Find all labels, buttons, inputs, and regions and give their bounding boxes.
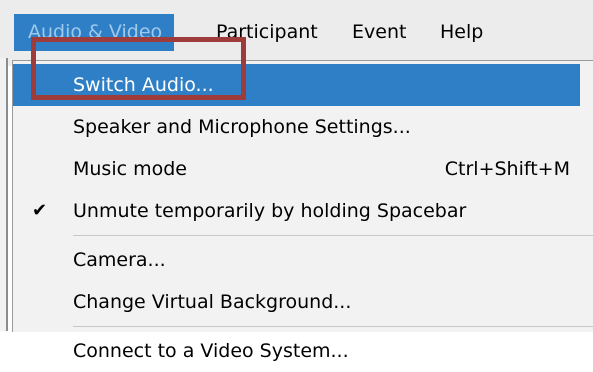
menu-separator (73, 235, 593, 236)
menu-item-speaker-microphone-settings[interactable]: Speaker and Microphone Settings... (13, 106, 593, 148)
menu-item-label: Speaker and Microphone Settings... (73, 116, 411, 138)
menu-item-change-virtual-background[interactable]: Change Virtual Background... (13, 281, 593, 323)
menu-separator (73, 326, 593, 327)
menu-item-shortcut: Ctrl+Shift+M (444, 158, 570, 180)
menu-bar: Audio & Video Participant Event Help (0, 0, 593, 66)
menu-item-label: Switch Audio... (73, 74, 214, 96)
menu-item-music-mode[interactable]: Music mode Ctrl+Shift+M (13, 148, 593, 190)
menu-item-camera[interactable]: Camera... (13, 239, 593, 281)
menu-item-label: Change Virtual Background... (73, 291, 352, 313)
checkmark-icon: ✔ (32, 200, 48, 221)
menu-item-label: Music mode (73, 158, 187, 180)
menu-event[interactable]: Event (352, 14, 406, 51)
menu-item-switch-audio[interactable]: Switch Audio... (13, 64, 580, 106)
menu-participant[interactable]: Participant (216, 14, 318, 51)
menu-item-label: Unmute temporarily by holding Spacebar (73, 200, 467, 222)
menu-audio-video[interactable]: Audio & Video (14, 14, 175, 51)
audio-video-dropdown: Switch Audio... Speaker and Microphone S… (12, 60, 593, 362)
menu-item-connect-video-system[interactable]: Connect to a Video System... (13, 330, 593, 372)
menu-item-label: Connect to a Video System... (73, 340, 349, 362)
menu-item-label: Camera... (73, 249, 166, 271)
window-edge (0, 58, 8, 331)
menu-item-unmute-spacebar[interactable]: ✔ Unmute temporarily by holding Spacebar (13, 190, 593, 232)
menu-help[interactable]: Help (440, 14, 483, 51)
